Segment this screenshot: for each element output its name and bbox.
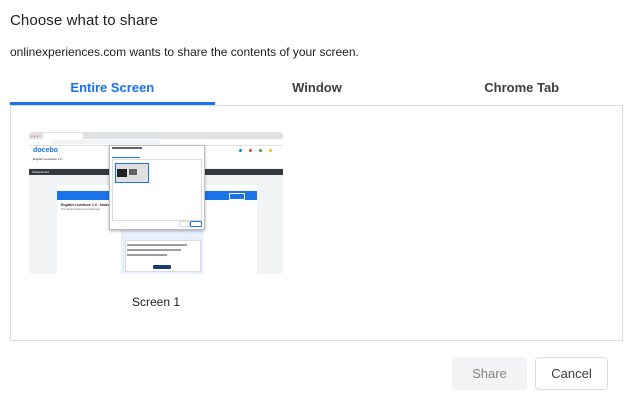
- share-screen-dialog: Choose what to share onlinexperiences.co…: [0, 0, 633, 404]
- thumb-step-button: [153, 265, 171, 269]
- thumb-dark-bar-text: Virtual Event: [32, 169, 49, 174]
- thumb-dialog-cancel-button: [190, 221, 202, 227]
- tab-window[interactable]: Window: [215, 72, 420, 105]
- thumb-step-line: [127, 254, 167, 256]
- cancel-button[interactable]: Cancel: [535, 357, 608, 390]
- screen-thumbnail: ●●● docebo English Levelsure 1.0 Virtual…: [29, 132, 283, 274]
- share-button[interactable]: Share: [452, 357, 527, 390]
- screen-source-item[interactable]: ●●● docebo English Levelsure 1.0 Virtual…: [29, 132, 283, 309]
- dialog-subtitle: onlinexperiences.com wants to share the …: [10, 45, 359, 59]
- thumb-dialog-preview-gray: [129, 169, 137, 175]
- tab-entire-screen[interactable]: Entire Screen: [10, 72, 215, 105]
- thumb-step-line: [127, 244, 187, 246]
- thumb-site-logo: docebo: [33, 147, 58, 154]
- dialog-title: Choose what to share: [10, 12, 158, 29]
- thumb-header-icon: [239, 149, 242, 152]
- thumb-header-icon: [249, 149, 252, 152]
- thumb-header-icon: [259, 149, 262, 152]
- thumb-window-controls-icon: ●●●: [31, 134, 40, 138]
- thumb-dialog-title: [112, 147, 142, 149]
- thumb-header-icon: [269, 149, 272, 152]
- thumb-dialog-preview-dark: [117, 169, 127, 177]
- thumb-step-line: [127, 249, 181, 251]
- thumb-dialog-tab-underline: [112, 157, 140, 158]
- thumb-address-box: [51, 140, 161, 144]
- thumb-course-subtitle: The virtual experience environment: [61, 208, 101, 211]
- source-list-panel: ●●● docebo English Levelsure 1.0 Virtual…: [10, 105, 623, 341]
- thumb-banner-button: [229, 193, 245, 200]
- screen-source-label: Screen 1: [131, 295, 181, 309]
- thumb-dialog-share-button: [179, 221, 190, 227]
- tab-chrome-tab[interactable]: Chrome Tab: [419, 72, 624, 105]
- thumb-course-heading: English Levelsure 1.0: [33, 157, 62, 161]
- source-tabs: Entire Screen Window Chrome Tab: [10, 72, 624, 105]
